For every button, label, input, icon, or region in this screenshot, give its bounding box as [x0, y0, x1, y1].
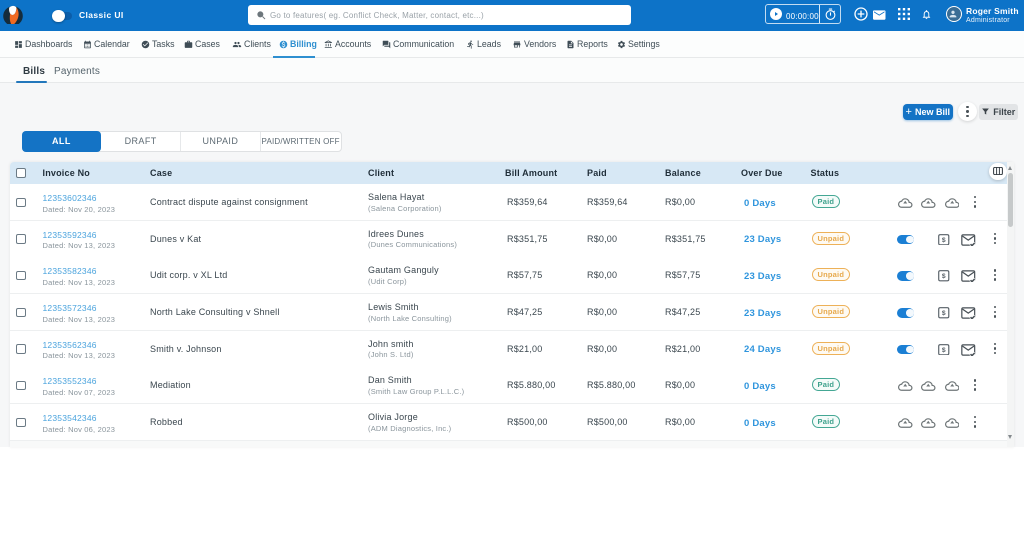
svg-text:$: $	[942, 310, 946, 317]
svg-text:$: $	[942, 347, 946, 354]
svg-text:$: $	[942, 237, 946, 244]
svg-text:$: $	[942, 273, 946, 280]
